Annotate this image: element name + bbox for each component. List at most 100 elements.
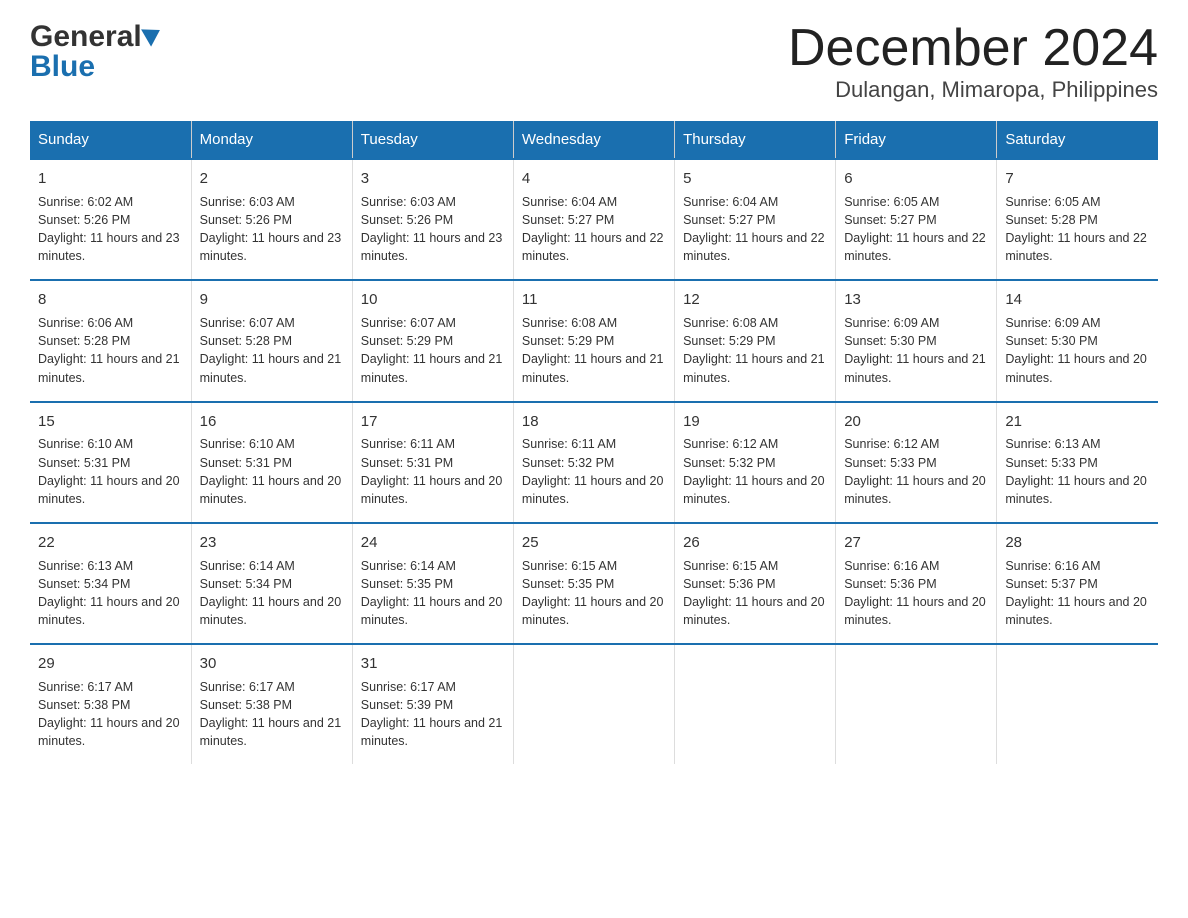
day-cell: 24 Sunrise: 6:14 AM Sunset: 5:35 PM Dayl… bbox=[352, 523, 513, 644]
day-cell: 30 Sunrise: 6:17 AM Sunset: 5:38 PM Dayl… bbox=[191, 644, 352, 764]
day-number: 19 bbox=[683, 411, 827, 433]
day-info: Sunrise: 6:17 AM Sunset: 5:38 PM Dayligh… bbox=[38, 678, 183, 751]
header-saturday: Saturday bbox=[997, 121, 1158, 159]
day-cell: 18 Sunrise: 6:11 AM Sunset: 5:32 PM Dayl… bbox=[513, 402, 674, 523]
day-info: Sunrise: 6:15 AM Sunset: 5:36 PM Dayligh… bbox=[683, 557, 827, 630]
day-info: Sunrise: 6:04 AM Sunset: 5:27 PM Dayligh… bbox=[683, 193, 827, 266]
day-number: 25 bbox=[522, 532, 666, 554]
day-info: Sunrise: 6:03 AM Sunset: 5:26 PM Dayligh… bbox=[200, 193, 344, 266]
day-number: 17 bbox=[361, 411, 505, 433]
day-number: 24 bbox=[361, 532, 505, 554]
day-number: 5 bbox=[683, 168, 827, 190]
day-cell: 31 Sunrise: 6:17 AM Sunset: 5:39 PM Dayl… bbox=[352, 644, 513, 764]
logo-blue-text: Blue bbox=[30, 50, 95, 84]
day-number: 6 bbox=[844, 168, 988, 190]
day-cell: 25 Sunrise: 6:15 AM Sunset: 5:35 PM Dayl… bbox=[513, 523, 674, 644]
day-cell bbox=[997, 644, 1158, 764]
day-number: 8 bbox=[38, 289, 183, 311]
day-info: Sunrise: 6:13 AM Sunset: 5:33 PM Dayligh… bbox=[1005, 435, 1150, 508]
week-row-1: 1 Sunrise: 6:02 AM Sunset: 5:26 PM Dayli… bbox=[30, 159, 1158, 280]
day-cell: 17 Sunrise: 6:11 AM Sunset: 5:31 PM Dayl… bbox=[352, 402, 513, 523]
day-cell: 23 Sunrise: 6:14 AM Sunset: 5:34 PM Dayl… bbox=[191, 523, 352, 644]
day-info: Sunrise: 6:14 AM Sunset: 5:34 PM Dayligh… bbox=[200, 557, 344, 630]
day-number: 16 bbox=[200, 411, 344, 433]
header-sunday: Sunday bbox=[30, 121, 191, 159]
calendar-table: SundayMondayTuesdayWednesdayThursdayFrid… bbox=[30, 121, 1158, 764]
day-cell: 15 Sunrise: 6:10 AM Sunset: 5:31 PM Dayl… bbox=[30, 402, 191, 523]
day-cell bbox=[513, 644, 674, 764]
day-cell: 8 Sunrise: 6:06 AM Sunset: 5:28 PM Dayli… bbox=[30, 280, 191, 401]
day-number: 30 bbox=[200, 653, 344, 675]
day-info: Sunrise: 6:02 AM Sunset: 5:26 PM Dayligh… bbox=[38, 193, 183, 266]
header-friday: Friday bbox=[836, 121, 997, 159]
day-info: Sunrise: 6:04 AM Sunset: 5:27 PM Dayligh… bbox=[522, 193, 666, 266]
day-number: 7 bbox=[1005, 168, 1150, 190]
day-cell: 4 Sunrise: 6:04 AM Sunset: 5:27 PM Dayli… bbox=[513, 159, 674, 280]
day-cell: 9 Sunrise: 6:07 AM Sunset: 5:28 PM Dayli… bbox=[191, 280, 352, 401]
day-number: 13 bbox=[844, 289, 988, 311]
day-info: Sunrise: 6:05 AM Sunset: 5:28 PM Dayligh… bbox=[1005, 193, 1150, 266]
day-info: Sunrise: 6:17 AM Sunset: 5:39 PM Dayligh… bbox=[361, 678, 505, 751]
day-number: 9 bbox=[200, 289, 344, 311]
day-info: Sunrise: 6:14 AM Sunset: 5:35 PM Dayligh… bbox=[361, 557, 505, 630]
day-info: Sunrise: 6:09 AM Sunset: 5:30 PM Dayligh… bbox=[1005, 314, 1150, 387]
day-cell: 26 Sunrise: 6:15 AM Sunset: 5:36 PM Dayl… bbox=[675, 523, 836, 644]
day-number: 1 bbox=[38, 168, 183, 190]
day-info: Sunrise: 6:09 AM Sunset: 5:30 PM Dayligh… bbox=[844, 314, 988, 387]
logo-general-text: General bbox=[30, 20, 142, 54]
day-cell: 7 Sunrise: 6:05 AM Sunset: 5:28 PM Dayli… bbox=[997, 159, 1158, 280]
day-number: 15 bbox=[38, 411, 183, 433]
day-cell: 14 Sunrise: 6:09 AM Sunset: 5:30 PM Dayl… bbox=[997, 280, 1158, 401]
calendar-subtitle: Dulangan, Mimaropa, Philippines bbox=[788, 77, 1158, 103]
header-wednesday: Wednesday bbox=[513, 121, 674, 159]
day-number: 20 bbox=[844, 411, 988, 433]
day-number: 12 bbox=[683, 289, 827, 311]
day-cell: 22 Sunrise: 6:13 AM Sunset: 5:34 PM Dayl… bbox=[30, 523, 191, 644]
logo: General Blue bbox=[30, 20, 161, 84]
day-number: 14 bbox=[1005, 289, 1150, 311]
day-info: Sunrise: 6:08 AM Sunset: 5:29 PM Dayligh… bbox=[522, 314, 666, 387]
day-number: 22 bbox=[38, 532, 183, 554]
day-cell: 11 Sunrise: 6:08 AM Sunset: 5:29 PM Dayl… bbox=[513, 280, 674, 401]
day-cell: 20 Sunrise: 6:12 AM Sunset: 5:33 PM Dayl… bbox=[836, 402, 997, 523]
day-info: Sunrise: 6:10 AM Sunset: 5:31 PM Dayligh… bbox=[200, 435, 344, 508]
day-cell: 3 Sunrise: 6:03 AM Sunset: 5:26 PM Dayli… bbox=[352, 159, 513, 280]
day-info: Sunrise: 6:11 AM Sunset: 5:32 PM Dayligh… bbox=[522, 435, 666, 508]
logo-arrow-icon bbox=[141, 21, 165, 46]
day-cell: 10 Sunrise: 6:07 AM Sunset: 5:29 PM Dayl… bbox=[352, 280, 513, 401]
day-cell: 13 Sunrise: 6:09 AM Sunset: 5:30 PM Dayl… bbox=[836, 280, 997, 401]
week-row-2: 8 Sunrise: 6:06 AM Sunset: 5:28 PM Dayli… bbox=[30, 280, 1158, 401]
title-area: December 2024 Dulangan, Mimaropa, Philip… bbox=[788, 20, 1158, 103]
day-cell bbox=[836, 644, 997, 764]
week-row-3: 15 Sunrise: 6:10 AM Sunset: 5:31 PM Dayl… bbox=[30, 402, 1158, 523]
day-number: 21 bbox=[1005, 411, 1150, 433]
day-cell: 16 Sunrise: 6:10 AM Sunset: 5:31 PM Dayl… bbox=[191, 402, 352, 523]
day-number: 26 bbox=[683, 532, 827, 554]
calendar-title: December 2024 bbox=[788, 20, 1158, 77]
day-info: Sunrise: 6:10 AM Sunset: 5:31 PM Dayligh… bbox=[38, 435, 183, 508]
day-cell: 29 Sunrise: 6:17 AM Sunset: 5:38 PM Dayl… bbox=[30, 644, 191, 764]
day-info: Sunrise: 6:16 AM Sunset: 5:37 PM Dayligh… bbox=[1005, 557, 1150, 630]
day-number: 4 bbox=[522, 168, 666, 190]
day-cell: 1 Sunrise: 6:02 AM Sunset: 5:26 PM Dayli… bbox=[30, 159, 191, 280]
day-cell: 19 Sunrise: 6:12 AM Sunset: 5:32 PM Dayl… bbox=[675, 402, 836, 523]
week-row-5: 29 Sunrise: 6:17 AM Sunset: 5:38 PM Dayl… bbox=[30, 644, 1158, 764]
day-cell: 5 Sunrise: 6:04 AM Sunset: 5:27 PM Dayli… bbox=[675, 159, 836, 280]
day-info: Sunrise: 6:15 AM Sunset: 5:35 PM Dayligh… bbox=[522, 557, 666, 630]
page-header: General Blue December 2024 Dulangan, Mim… bbox=[30, 20, 1158, 103]
day-number: 2 bbox=[200, 168, 344, 190]
calendar-header-row: SundayMondayTuesdayWednesdayThursdayFrid… bbox=[30, 121, 1158, 159]
day-info: Sunrise: 6:07 AM Sunset: 5:28 PM Dayligh… bbox=[200, 314, 344, 387]
day-number: 11 bbox=[522, 289, 666, 311]
day-info: Sunrise: 6:06 AM Sunset: 5:28 PM Dayligh… bbox=[38, 314, 183, 387]
day-info: Sunrise: 6:13 AM Sunset: 5:34 PM Dayligh… bbox=[38, 557, 183, 630]
day-number: 18 bbox=[522, 411, 666, 433]
day-number: 29 bbox=[38, 653, 183, 675]
day-info: Sunrise: 6:16 AM Sunset: 5:36 PM Dayligh… bbox=[844, 557, 988, 630]
day-number: 31 bbox=[361, 653, 505, 675]
day-cell: 28 Sunrise: 6:16 AM Sunset: 5:37 PM Dayl… bbox=[997, 523, 1158, 644]
day-number: 3 bbox=[361, 168, 505, 190]
header-tuesday: Tuesday bbox=[352, 121, 513, 159]
day-number: 28 bbox=[1005, 532, 1150, 554]
day-info: Sunrise: 6:08 AM Sunset: 5:29 PM Dayligh… bbox=[683, 314, 827, 387]
